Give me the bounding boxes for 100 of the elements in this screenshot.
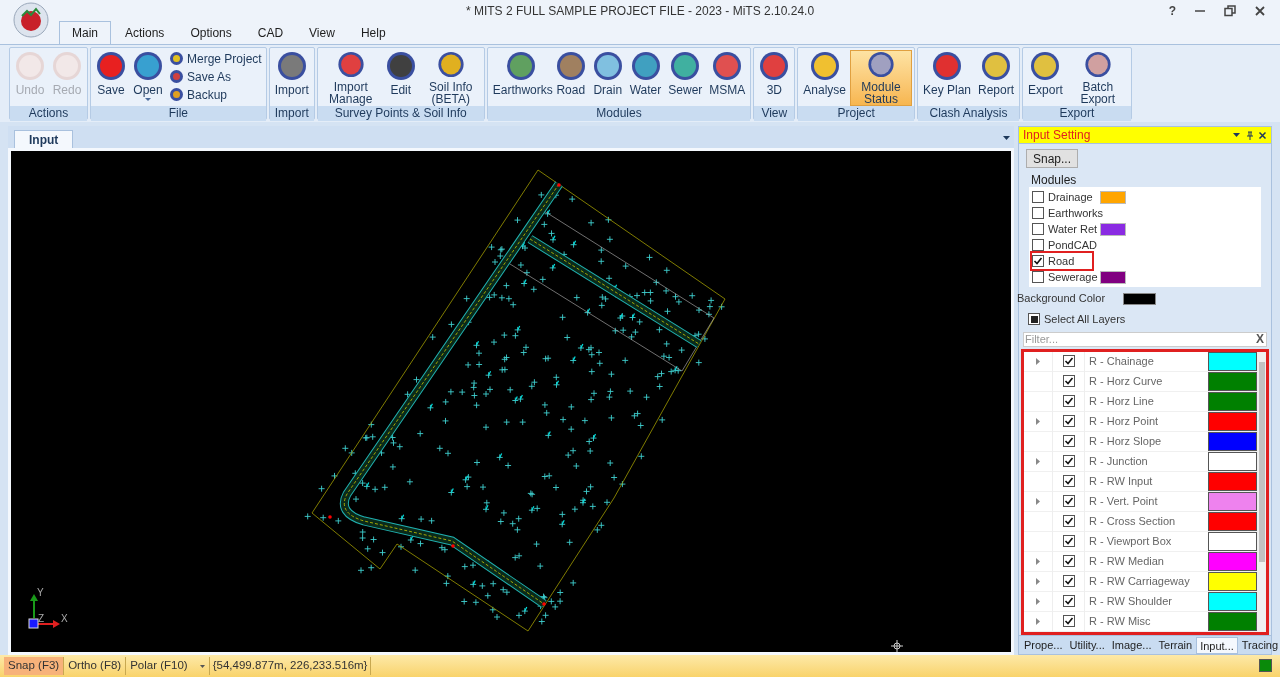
layer-row[interactable]: R - Horz Line — [1024, 391, 1257, 412]
ribbon-tab[interactable]: Help — [348, 21, 398, 44]
caret-icon — [145, 98, 151, 101]
checkbox[interactable] — [1062, 455, 1075, 467]
ribbon-button[interactable]: Batch Export — [1066, 50, 1129, 106]
checkbox[interactable] — [1062, 495, 1075, 507]
panel-tab[interactable]: Terrain — [1155, 636, 1196, 654]
checkbox[interactable] — [1062, 375, 1075, 387]
layer-row[interactable]: R - RW Misc — [1024, 611, 1257, 632]
clear-filter-button[interactable]: X — [1254, 333, 1266, 345]
checkbox[interactable] — [1062, 595, 1075, 607]
document-tab[interactable]: Input — [14, 130, 74, 148]
ribbon-button[interactable]: Earthworks — [489, 50, 552, 106]
layer-row[interactable]: R - RW Carriageway — [1024, 571, 1257, 592]
checkbox[interactable] — [1032, 207, 1044, 219]
scrollbar-thumb[interactable] — [1258, 361, 1265, 562]
close-icon[interactable] — [1254, 5, 1266, 17]
ribbon-button[interactable]: Analyse — [800, 50, 849, 106]
ribbon-button[interactable]: 3D — [756, 50, 793, 106]
close-icon[interactable] — [1258, 130, 1267, 140]
panel-tab[interactable]: Input... — [1196, 636, 1238, 654]
pin-icon[interactable] — [1245, 130, 1254, 140]
background-color-label: Background Color — [1017, 291, 1107, 307]
check-icon — [1063, 356, 1074, 366]
checkbox[interactable] — [1062, 535, 1075, 547]
ribbon-tab[interactable]: View — [297, 21, 347, 44]
ribbon-button[interactable]: Backup — [167, 86, 264, 103]
ribbon-tab[interactable]: Actions — [113, 21, 177, 44]
ribbon-tab[interactable]: Options — [178, 21, 244, 44]
ribbon-button[interactable]: Road — [552, 50, 589, 106]
layer-row[interactable]: R - Junction — [1024, 451, 1257, 472]
ribbon-tab[interactable]: CAD — [245, 21, 296, 44]
ribbon-button[interactable]: Sewer — [665, 50, 706, 106]
ribbon-button[interactable]: Open — [130, 50, 166, 106]
ribbon-tab[interactable]: Main — [59, 21, 111, 44]
checkbox[interactable] — [1062, 475, 1075, 487]
filter-field[interactable]: Filter... X — [1023, 331, 1267, 347]
ribbon-button[interactable]: Export — [1025, 50, 1066, 106]
ribbon-button[interactable]: Water — [626, 50, 665, 106]
window-title: * MITS 2 FULL SAMPLE PROJECT FILE - 2023 - MiTS 2.10.24.0 — [465, 3, 815, 20]
color-swatch[interactable] — [1100, 270, 1126, 284]
ribbon-button[interactable]: Edit — [382, 50, 419, 106]
checkbox[interactable] — [1062, 355, 1075, 367]
checkbox[interactable] — [1062, 515, 1075, 527]
color-swatch[interactable] — [1208, 351, 1257, 371]
checkbox[interactable] — [1062, 555, 1075, 567]
round-badge-icon — [932, 51, 962, 81]
checkbox[interactable] — [1032, 223, 1044, 235]
color-swatch[interactable] — [1123, 292, 1156, 305]
checkbox[interactable] — [1062, 435, 1075, 447]
layer-row[interactable]: R - Chainage — [1024, 351, 1257, 372]
checkbox[interactable] — [1032, 239, 1044, 251]
check-icon — [1063, 396, 1074, 406]
layer-row[interactable]: R - Horz Slope — [1024, 431, 1257, 452]
color-swatch[interactable] — [1100, 190, 1126, 204]
dropdown-icon[interactable] — [1232, 130, 1241, 140]
ribbon-button[interactable]: Report — [975, 50, 1018, 106]
layer-row[interactable]: R - Cross Section — [1024, 511, 1257, 532]
layer-row[interactable]: R - Horz Curve — [1024, 371, 1257, 392]
layer-row[interactable]: R - Viewport Box — [1024, 531, 1257, 552]
color-swatch[interactable] — [1100, 222, 1126, 236]
checkbox[interactable] — [1062, 395, 1075, 407]
panel-tab[interactable]: Prope... — [1021, 636, 1066, 654]
ribbon-button[interactable]: Merge Project — [167, 50, 264, 67]
dropdown-icon[interactable] — [1003, 136, 1010, 140]
cad-canvas[interactable]: Y Z X — [8, 148, 1014, 655]
round-badge-icon — [52, 51, 82, 81]
checkbox[interactable] — [1032, 191, 1044, 203]
panel-tab[interactable]: Utility... — [1066, 636, 1108, 654]
ribbon-button[interactable]: Import Manage — [319, 50, 382, 106]
check-icon — [1063, 456, 1074, 466]
status-toggle[interactable]: Ortho (F8) — [64, 657, 127, 675]
snap-button[interactable]: Snap... — [1026, 149, 1079, 168]
restore-icon[interactable] — [1224, 5, 1236, 17]
ribbon-button[interactable]: Soil Info (BETA) — [419, 50, 482, 106]
checkbox[interactable] — [1062, 615, 1075, 627]
ribbon-button[interactable]: Key Plan — [920, 50, 975, 106]
ribbon-button[interactable]: Save As — [167, 68, 264, 85]
checkbox[interactable] — [1062, 415, 1075, 427]
ribbon-button[interactable]: Drain — [589, 50, 626, 106]
round-badge-icon — [15, 51, 45, 81]
layer-row[interactable]: R - RW Median — [1024, 551, 1257, 572]
help-button[interactable]: ? — [1168, 2, 1176, 20]
status-toggle[interactable]: Polar (F10) — [126, 657, 210, 675]
checkbox[interactable] — [1032, 271, 1044, 283]
checkbox[interactable] — [1028, 313, 1040, 326]
layer-row[interactable]: R - Horz Point — [1024, 411, 1257, 432]
ribbon-button[interactable]: Module Status — [850, 50, 912, 106]
checkbox[interactable] — [1032, 255, 1044, 267]
ribbon-button[interactable]: Import — [271, 50, 312, 106]
status-toggle[interactable]: Snap (F3) — [4, 657, 65, 675]
layer-row[interactable]: R - RW Shoulder — [1024, 591, 1257, 612]
layer-row[interactable]: R - Vert. Point — [1024, 491, 1257, 512]
panel-tab[interactable]: Image... — [1108, 636, 1155, 654]
ribbon-button[interactable]: MSMA — [706, 50, 749, 106]
layer-row[interactable]: R - RW Input — [1024, 471, 1257, 492]
ribbon-button[interactable]: Save — [93, 50, 129, 106]
group-label: Actions — [10, 106, 87, 121]
checkbox[interactable] — [1062, 575, 1075, 587]
panel-tab[interactable]: Tracing — [1238, 636, 1280, 654]
